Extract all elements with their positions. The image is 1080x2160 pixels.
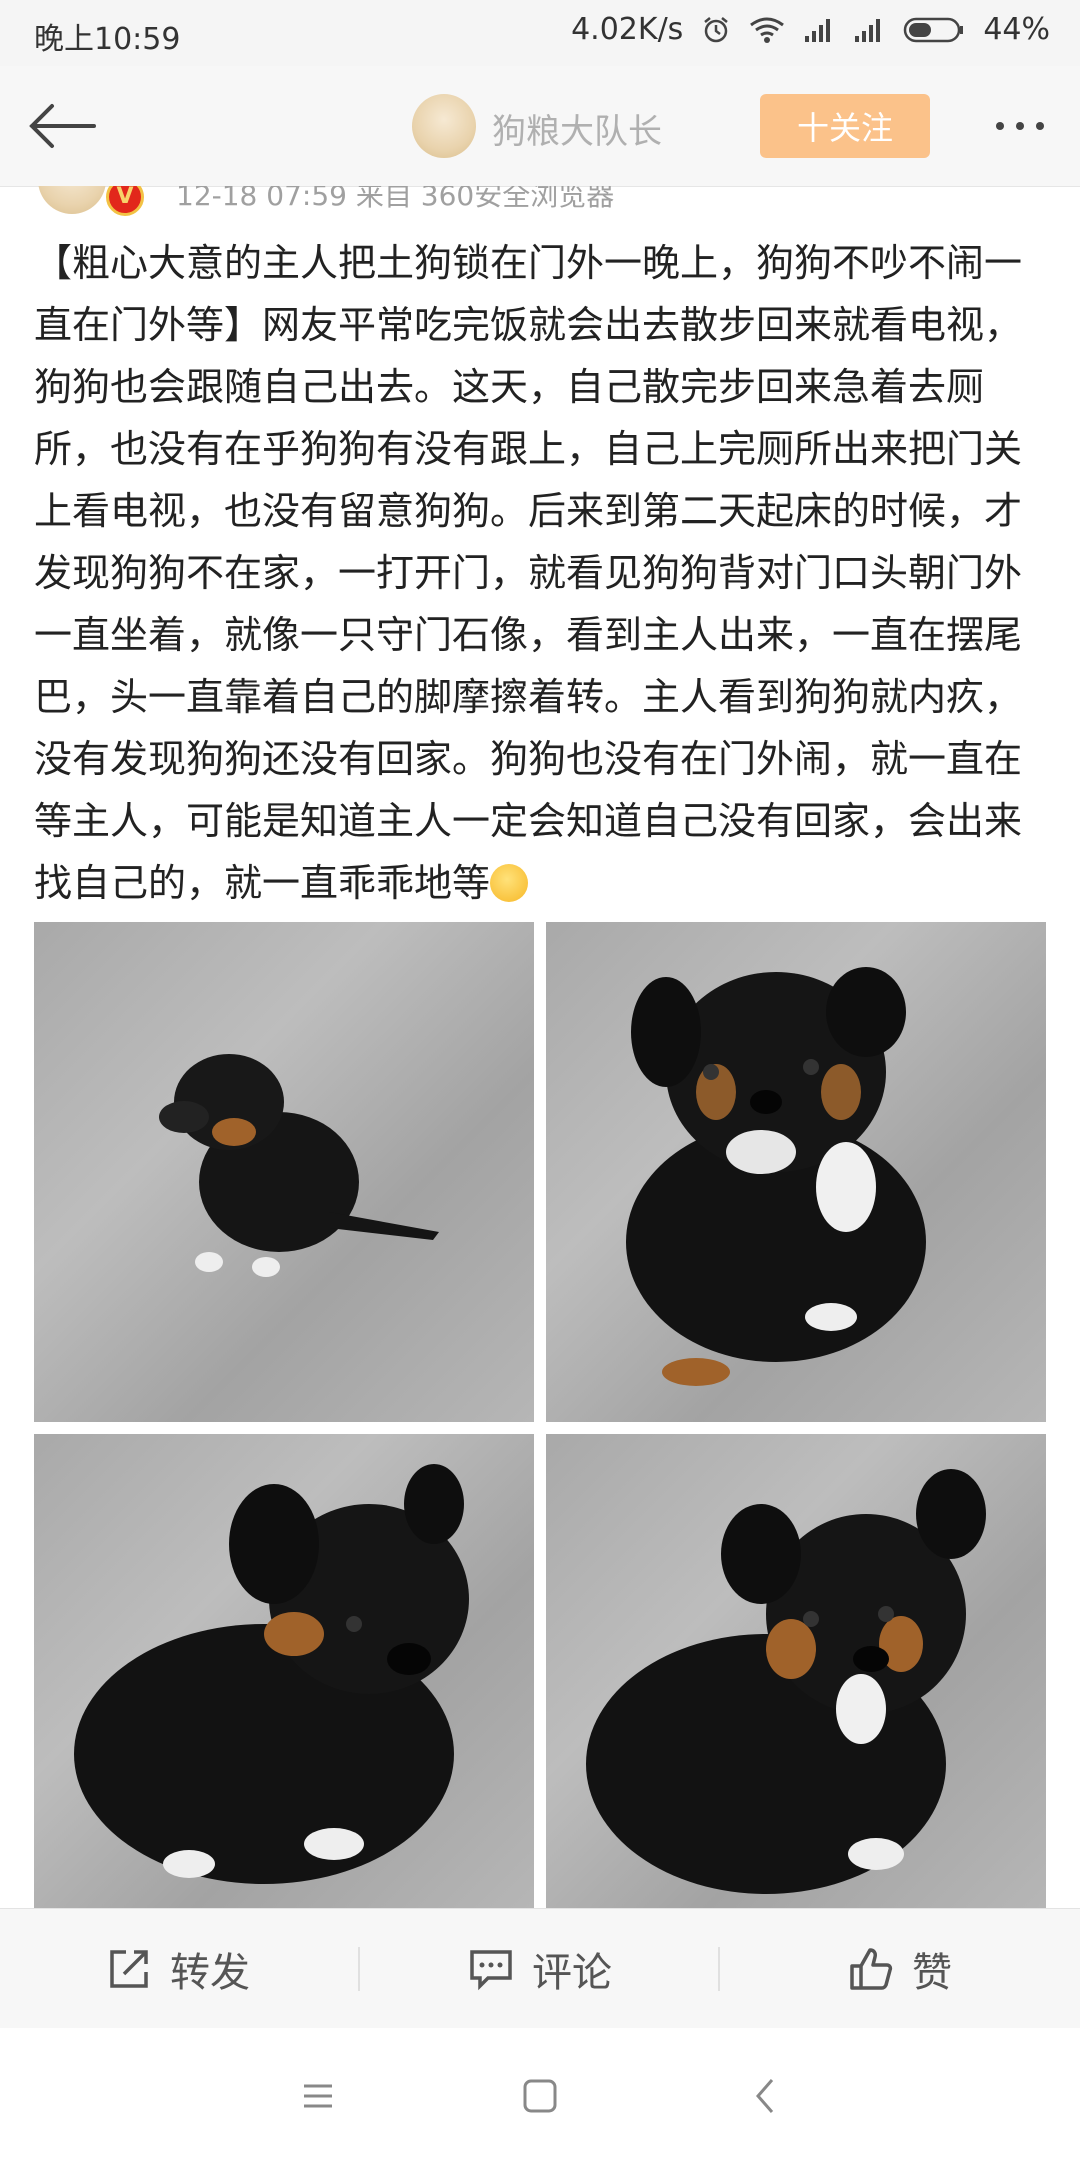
status-time: 晚上10:59 [34, 22, 181, 57]
menu-icon[interactable] [290, 2068, 346, 2124]
alarm-icon [704, 16, 729, 42]
puppy-photo-1[interactable] [34, 922, 534, 1422]
back-button[interactable] [22, 96, 102, 156]
more-dots-icon [996, 122, 1004, 130]
back-nav-icon[interactable] [738, 2068, 794, 2124]
system-nav-bar [0, 2028, 1080, 2160]
puppy-photo-2[interactable] [546, 922, 1046, 1422]
comment-label: 评论 [532, 1950, 612, 1996]
signal-icon [805, 18, 831, 42]
share-icon [110, 1950, 148, 1988]
smile-emoji-icon [490, 864, 529, 902]
battery-percent: 44% [983, 12, 1050, 47]
thumbs-up-icon [850, 1948, 893, 1990]
post-text: 【粗心大意的主人把土狗锁在门外一晚上，狗狗不吵不闹一直在门外等】网友平常吃完饭就… [34, 241, 1023, 905]
back-arrow-icon [29, 104, 96, 148]
comment-icon [470, 1950, 512, 1991]
like-label: 赞 [912, 1950, 952, 1996]
repost-button[interactable]: 转发 [106, 1909, 250, 2029]
repost-label: 转发 [170, 1950, 250, 1996]
verified-badge-icon: V [106, 186, 144, 216]
top-nav-bar: 狗粮大队长 十关注 [0, 66, 1080, 187]
post-time-source: 12-18 07:59 来自 360安全浏览器 [176, 186, 615, 212]
post-body: 【粗心大意的主人把土狗锁在门外一晚上，狗狗不吵不闹一直在门外等】网友平常吃完饭就… [34, 232, 1046, 914]
puppy-photo-3[interactable] [34, 1434, 534, 1910]
status-bar: 晚上10:59 4.02K/s 44% [0, 0, 1080, 66]
post-meta: V 12-18 07:59 来自 360安全浏览器 [0, 186, 1080, 216]
battery-icon [904, 17, 964, 42]
more-dot [1036, 122, 1044, 130]
divider [358, 1947, 360, 1991]
comment-button[interactable]: 评论 [468, 1909, 612, 2029]
more-button[interactable] [980, 96, 1060, 156]
network-speed: 4.02K/s [571, 12, 684, 47]
action-bar: 转发 评论 赞 [0, 1908, 1080, 2029]
puppy-photo-4[interactable] [546, 1434, 1046, 1910]
nav-avatar[interactable] [412, 94, 476, 158]
home-icon[interactable] [512, 2068, 568, 2124]
like-button[interactable]: 赞 [848, 1909, 952, 2029]
author-avatar[interactable] [38, 186, 106, 214]
signal-icon [855, 18, 881, 42]
wifi-icon [750, 17, 785, 43]
nav-username[interactable]: 狗粮大队长 [492, 104, 662, 153]
follow-button[interactable]: 十关注 [760, 94, 930, 158]
more-dot [1016, 122, 1024, 130]
divider [718, 1947, 720, 1991]
